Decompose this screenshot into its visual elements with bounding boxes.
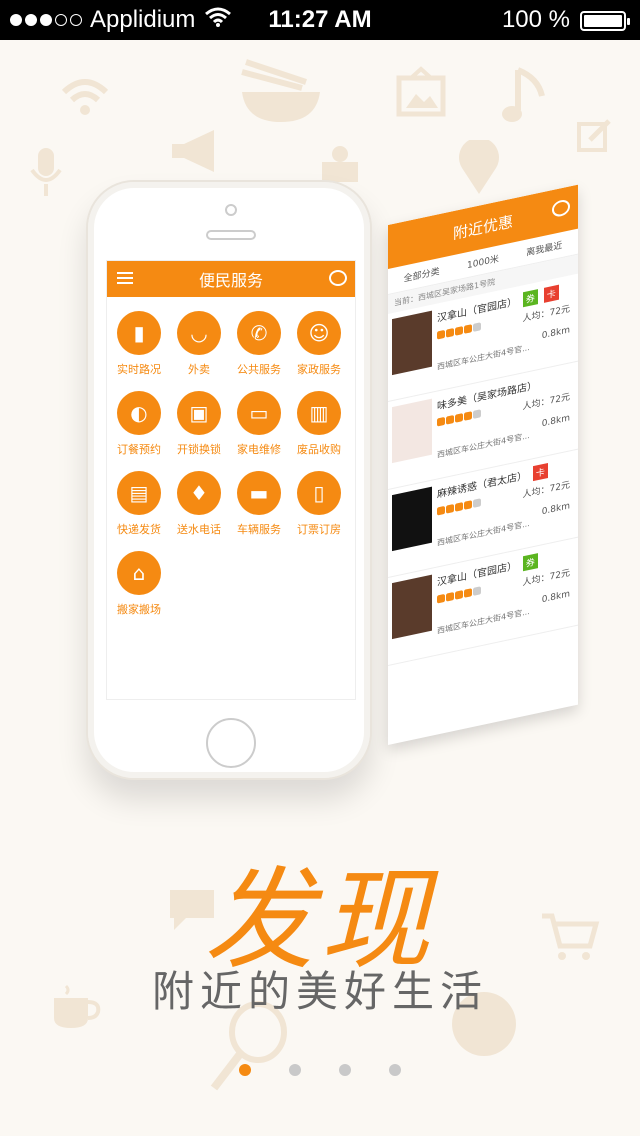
service-water[interactable]: ♦ 送水电话: [169, 471, 229, 537]
filter-distance[interactable]: 1000米: [467, 251, 499, 271]
service-moving[interactable]: ⌂ 搬家搬场: [109, 551, 169, 617]
bowl-chopsticks-icon: [241, 59, 320, 122]
edit-icon: [577, 119, 611, 152]
shop-photo: [392, 486, 432, 552]
filter-sort[interactable]: 离我最近: [526, 238, 562, 259]
truck-icon: ▬: [237, 471, 281, 515]
subline: 附近的美好生活: [151, 967, 488, 1016]
filter-category[interactable]: 全部分类: [404, 264, 440, 285]
monitor-icon: ▭: [237, 391, 281, 435]
cake-icon: [322, 146, 358, 182]
service-tickets[interactable]: ▯ 订票订房: [289, 471, 349, 537]
ticket-icon: ▯: [297, 471, 341, 515]
status-bar: Applidium 11:27 AM 100 %: [0, 0, 640, 40]
service-grid: ▮ 实时路况 ◡ 外卖 ✆ 公共服务 ☺ 家政服务 ◐ 订餐预约 ▣ 开锁换锁 ▭ 家电维修 …: [107, 297, 355, 617]
basket-icon: ◡: [177, 311, 221, 355]
service-recycling[interactable]: ▥ 废品收购: [289, 391, 349, 457]
menu-icon[interactable]: [117, 272, 133, 284]
battery-percent: 100 %: [501, 6, 570, 33]
app-header: 便民服务: [107, 261, 355, 297]
app-title: 便民服务: [198, 271, 263, 290]
headset-icon: ◐: [117, 391, 161, 435]
coupon-tag: 券: [522, 289, 538, 308]
phone-speaker: [206, 230, 256, 240]
page-dot-4[interactable]: [389, 1064, 401, 1076]
card-tag: 卡: [543, 284, 559, 303]
service-vehicle[interactable]: ▬ 车辆服务: [229, 471, 289, 537]
shop-photo: [392, 398, 432, 464]
service-public[interactable]: ✆ 公共服务: [229, 311, 289, 377]
service-booking[interactable]: ◐ 订餐预约: [109, 391, 169, 457]
picture-icon: [396, 66, 446, 117]
lock-icon: ▣: [177, 391, 221, 435]
parcel-cart-icon: ▤: [117, 471, 161, 515]
service-traffic[interactable]: ▮ 实时路况: [109, 311, 169, 377]
nearby-screen: 附近优惠 全部分类 1000米 离我最近 当前：西城区吴家场路1号院 汉拿山（官…: [388, 184, 578, 745]
housekeeper-icon: ☺: [297, 311, 341, 355]
trash-icon: ▥: [297, 391, 341, 435]
phone-screen: 便民服务 ▮ 实时路况 ◡ 外卖 ✆ 公共服务 ☺ 家政服务 ◐ 订餐预约 ▣ 开锁换锁 ▭…: [106, 260, 356, 700]
service-express[interactable]: ▤ 快递发货: [109, 471, 169, 537]
phone-mockup: 便民服务 ▮ 实时路况 ◡ 外卖 ✆ 公共服务 ☺ 家政服务 ◐ 订餐预约 ▣ 开锁换锁 ▭…: [86, 180, 372, 780]
shop-photo: [392, 310, 432, 376]
service-appliance[interactable]: ▭ 家电维修: [229, 391, 289, 457]
music-note-icon: [502, 67, 545, 122]
service-locksmith[interactable]: ▣ 开锁换锁: [169, 391, 229, 457]
coupon-tag: 券: [522, 553, 538, 572]
wifi-icon: [61, 79, 109, 115]
page-dot-2[interactable]: [289, 1064, 301, 1076]
home-button: [206, 718, 256, 768]
chat-icon[interactable]: [329, 270, 347, 286]
page-indicator: [0, 1064, 640, 1076]
battery-icon: [580, 11, 630, 31]
moving-house-icon: ⌂: [117, 551, 161, 595]
microphone-icon: [30, 148, 62, 196]
water-bottle-icon: ♦: [177, 471, 221, 515]
traffic-light-icon: ▮: [117, 311, 161, 355]
card-tag: 卡: [532, 463, 548, 482]
service-takeout[interactable]: ◡ 外卖: [169, 311, 229, 377]
phone-24-icon: ✆: [237, 311, 281, 355]
page-dot-1[interactable]: [239, 1064, 251, 1076]
phone-camera: [225, 204, 237, 216]
shop-photo: [392, 574, 432, 640]
megaphone-icon: [172, 130, 214, 172]
nearby-title: 附近优惠: [452, 211, 513, 243]
chat-icon[interactable]: [552, 198, 570, 219]
nearby-screen-mockup: 附近优惠 全部分类 1000米 离我最近 当前：西城区吴家场路1号院 汉拿山（官…: [388, 184, 578, 745]
service-housekeeping[interactable]: ☺ 家政服务: [289, 311, 349, 377]
page-dot-3[interactable]: [339, 1064, 351, 1076]
